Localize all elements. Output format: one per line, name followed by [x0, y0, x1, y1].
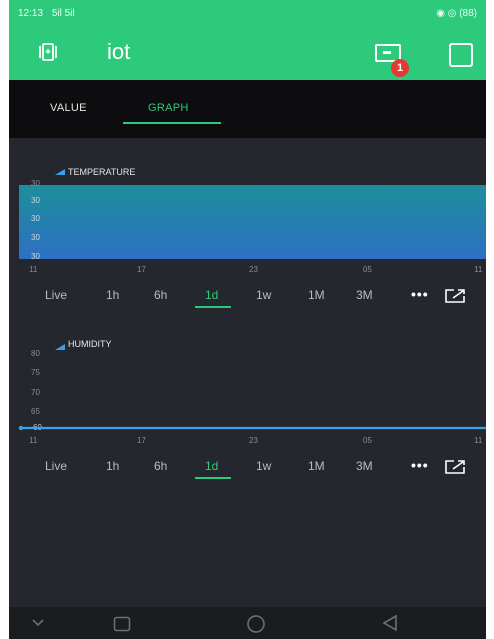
humidity-xtick: 11: [474, 436, 483, 445]
more-icon[interactable]: •••: [411, 286, 429, 302]
status-bar: 12:13 5il 5il ◉ ◎ (88): [9, 0, 486, 26]
device-frame-icon[interactable]: [37, 41, 59, 63]
temperature-legend: TEMPERATURE: [68, 167, 136, 177]
temp-xtick: 11: [474, 265, 483, 274]
range-1d[interactable]: 1d: [205, 459, 218, 473]
range-1h[interactable]: 1h: [106, 288, 119, 302]
range-1m[interactable]: 1M: [308, 288, 325, 302]
humidity-xtick: 17: [137, 436, 146, 445]
humidity-legend: HUMIDITY: [68, 339, 112, 349]
humidity-xtick: 05: [363, 436, 372, 445]
humidity-chart[interactable]: [9, 350, 486, 432]
humidity-xtick: 23: [249, 436, 258, 445]
recent-apps-icon[interactable]: [113, 616, 131, 632]
temp-ytick: 30: [31, 196, 40, 205]
range-active-indicator: [195, 477, 231, 479]
tab-value[interactable]: VALUE: [50, 102, 87, 114]
temp-ytick: 30: [31, 252, 40, 261]
humidity-xtick: 11: [29, 436, 38, 445]
export-icon[interactable]: [445, 460, 465, 474]
status-left: 12:13 5il 5il: [18, 8, 75, 19]
temp-xtick: 11: [29, 265, 38, 274]
range-active-indicator: [195, 306, 231, 308]
temp-xtick: 17: [137, 265, 146, 274]
more-icon[interactable]: •••: [411, 457, 429, 473]
status-right: ◉ ◎ (88): [436, 7, 477, 19]
range-6h[interactable]: 6h: [154, 288, 167, 302]
humidity-line-start-marker: [18, 425, 24, 431]
dashboard-content: TEMPERATURE 30 30 30 30 30 11 17 23 05 1…: [9, 138, 486, 607]
temperature-area: [19, 185, 486, 259]
tab-graph[interactable]: GRAPH: [148, 102, 189, 114]
system-nav-bar: [9, 607, 486, 639]
status-signal: 5il 5il: [51, 7, 75, 19]
range-6h[interactable]: 6h: [154, 459, 167, 473]
temp-ytick: 30: [31, 179, 40, 188]
legend-area-icon: [55, 169, 65, 175]
range-1w[interactable]: 1w: [256, 288, 271, 302]
temperature-range-selector: Live 1h 6h 1d 1w 1M 3M •••: [9, 286, 486, 310]
range-live[interactable]: Live: [45, 459, 67, 473]
range-3m[interactable]: 3M: [356, 288, 373, 302]
back-icon[interactable]: [381, 614, 399, 632]
range-1h[interactable]: 1h: [106, 459, 119, 473]
range-1d[interactable]: 1d: [205, 288, 218, 302]
status-time: 12:13: [18, 7, 44, 19]
tab-active-indicator: [123, 122, 221, 124]
temperature-chart[interactable]: [9, 177, 486, 259]
range-live[interactable]: Live: [45, 288, 67, 302]
tab-bar: VALUE GRAPH: [9, 80, 486, 138]
square-icon[interactable]: [449, 43, 473, 67]
temp-xtick: 05: [363, 265, 372, 274]
app-bar: iot 1: [9, 26, 486, 80]
temp-ytick: 30: [31, 214, 40, 223]
range-1m[interactable]: 1M: [308, 459, 325, 473]
export-icon[interactable]: [445, 289, 465, 303]
home-icon[interactable]: [246, 614, 266, 634]
notification-badge: 1: [391, 59, 409, 77]
temp-xtick: 23: [249, 265, 258, 274]
range-1w[interactable]: 1w: [256, 459, 271, 473]
humidity-range-selector: Live 1h 6h 1d 1w 1M 3M •••: [9, 457, 486, 481]
chevron-down-icon[interactable]: [31, 618, 45, 628]
app-title: iot: [107, 39, 131, 64]
range-3m[interactable]: 3M: [356, 459, 373, 473]
temp-ytick: 30: [31, 233, 40, 242]
phone-screen: 12:13 5il 5il ◉ ◎ (88) iot 1 VALUE GRAPH: [9, 0, 486, 639]
